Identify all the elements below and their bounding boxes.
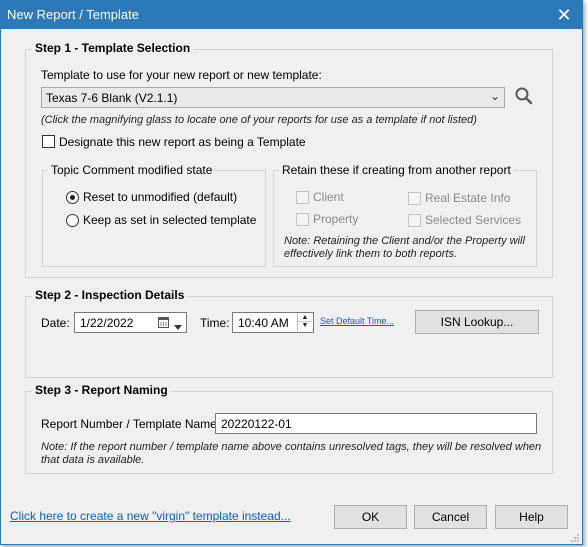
date-label: Date: — [41, 316, 70, 330]
step1-title: Step 1 - Template Selection — [32, 41, 194, 55]
cancel-button[interactable]: Cancel — [414, 505, 487, 529]
step3-group: Step 3 - Report Naming Report Number / T… — [25, 383, 553, 474]
date-value: 1/22/2022 — [80, 316, 134, 330]
template-dropdown[interactable]: Texas 7-6 Blank (V2.1.1) ⌄ — [41, 87, 505, 108]
spin-down-icon[interactable]: ▼ — [298, 322, 312, 330]
topic-comment-title: Topic Comment modified state — [48, 163, 216, 177]
time-label: Time: — [200, 316, 230, 330]
help-button[interactable]: Help — [495, 505, 568, 529]
window-title: New Report / Template — [7, 7, 139, 22]
naming-note-line2: that data is available. — [41, 454, 145, 466]
magnifying-glass-icon[interactable] — [514, 86, 534, 106]
designate-template-label[interactable]: Designate this new report as being a Tem… — [59, 135, 306, 149]
isn-lookup-label: ISN Lookup... — [440, 315, 514, 329]
retain-client-checkbox[interactable] — [296, 191, 309, 204]
template-label: Template to use for your new report or n… — [41, 68, 322, 82]
retain-property-checkbox[interactable] — [296, 213, 309, 226]
topic-comment-group: Topic Comment modified state Reset to un… — [42, 163, 266, 267]
keep-as-set-radio[interactable] — [66, 214, 79, 227]
ok-label: OK — [361, 510, 380, 524]
chevron-down-icon[interactable]: ⌄ — [490, 89, 500, 103]
designate-template-checkbox[interactable] — [42, 135, 55, 148]
time-value: 10:40 AM — [238, 316, 289, 330]
naming-note-line1: Note: If the report number / template na… — [41, 441, 542, 453]
calendar-icon[interactable] — [158, 316, 169, 331]
reset-unmodified-label[interactable]: Reset to unmodified (default) — [83, 190, 237, 204]
resize-grip-icon[interactable] — [570, 532, 580, 542]
retain-selected-services-checkbox[interactable] — [408, 214, 421, 227]
reset-unmodified-radio[interactable] — [66, 191, 79, 204]
retain-real-estate-label: Real Estate Info — [425, 191, 511, 205]
step2-title: Step 2 - Inspection Details — [32, 288, 188, 302]
close-icon[interactable]: ✕ — [546, 1, 582, 29]
retain-group: Retain these if creating from another re… — [273, 163, 537, 267]
retain-note-line2: effectively link them to both reports. — [284, 248, 458, 260]
step1-group: Step 1 - Template Selection Template to … — [25, 41, 553, 278]
step3-title: Step 3 - Report Naming — [32, 383, 171, 397]
spin-up-icon[interactable]: ▲ — [298, 314, 312, 322]
retain-property-label: Property — [313, 212, 359, 226]
date-field[interactable]: 1/22/2022 — [74, 312, 187, 333]
keep-as-set-label[interactable]: Keep as set in selected template — [83, 213, 256, 227]
retain-real-estate-checkbox[interactable] — [408, 192, 421, 205]
time-spinner[interactable]: ▲ ▼ — [297, 314, 312, 331]
time-field[interactable]: 10:40 AM ▲ ▼ — [232, 312, 314, 333]
retain-selected-services-label: Selected Services — [425, 213, 522, 227]
report-name-label: Report Number / Template Name: — [41, 417, 221, 431]
report-name-input[interactable]: 20220122-01 — [215, 413, 537, 434]
set-default-time-link[interactable]: Set Default Time... — [320, 316, 394, 326]
magnify-note: (Click the magnifying glass to locate on… — [41, 114, 477, 126]
report-name-value: 20220122-01 — [221, 417, 292, 431]
template-dropdown-value: Texas 7-6 Blank (V2.1.1) — [46, 91, 178, 105]
retain-note-line1: Note: Retaining the Client and/or the Pr… — [284, 235, 525, 247]
dialog-window: New Report / Template ✕ Step 1 - Templat… — [0, 0, 583, 545]
retain-title: Retain these if creating from another re… — [279, 163, 514, 177]
virgin-template-link[interactable]: Click here to create a new "virgin" temp… — [10, 509, 291, 523]
ok-button[interactable]: OK — [334, 505, 407, 529]
date-dropdown-icon[interactable] — [174, 319, 182, 333]
cancel-label: Cancel — [431, 510, 470, 524]
isn-lookup-button[interactable]: ISN Lookup... — [415, 310, 539, 334]
radio-selected-dot — [70, 195, 75, 200]
title-bar[interactable]: New Report / Template ✕ — [1, 1, 582, 29]
step2-group: Step 2 - Inspection Details Date: 1/22/2… — [25, 288, 553, 378]
help-label: Help — [519, 510, 544, 524]
retain-client-label: Client — [313, 190, 344, 204]
